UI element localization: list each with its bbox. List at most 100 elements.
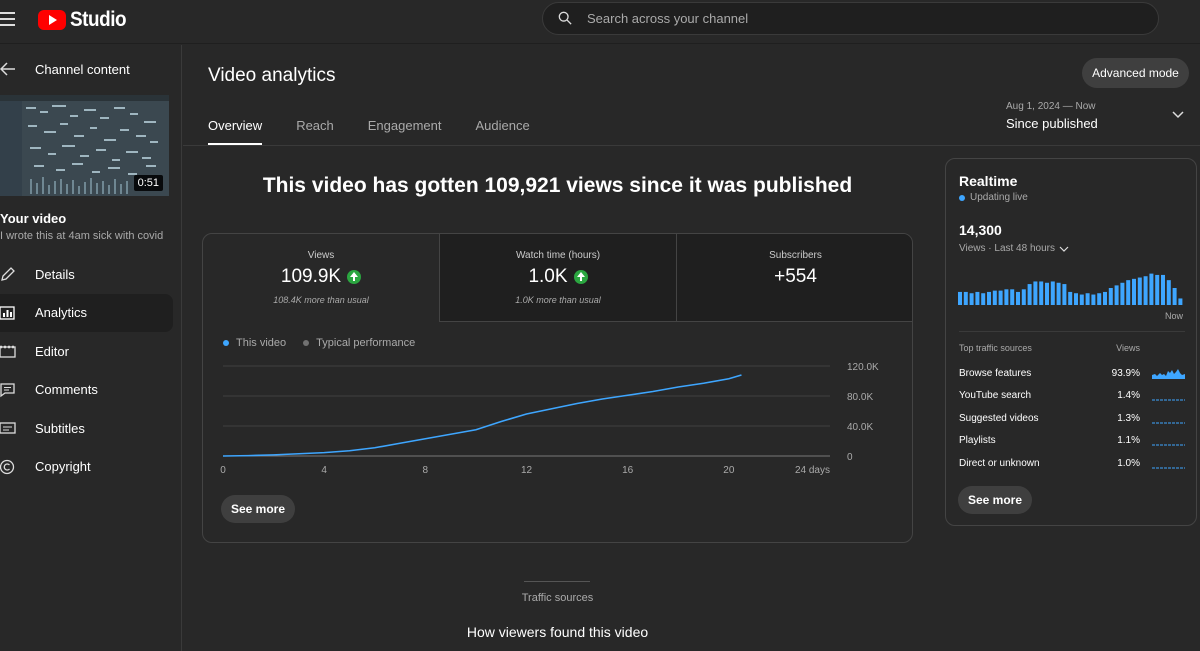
realtime-bar bbox=[1178, 298, 1183, 305]
search-bar[interactable] bbox=[542, 2, 1159, 35]
views-header-label: Views bbox=[1116, 343, 1140, 353]
channel-content-back[interactable]: Channel content bbox=[0, 59, 182, 79]
traffic-source-pct: 1.1% bbox=[1117, 435, 1140, 446]
metric-comparison: 1.0K more than usual bbox=[515, 295, 601, 305]
analytics-icon bbox=[0, 306, 15, 320]
traffic-source-row[interactable]: Direct or unknown 1.0% bbox=[959, 455, 1185, 475]
advanced-mode-button[interactable]: Advanced mode bbox=[1082, 58, 1189, 88]
sidebar-item-details[interactable]: Details bbox=[0, 255, 173, 294]
traffic-source-pct: 93.9% bbox=[1111, 368, 1140, 379]
realtime-bar bbox=[1103, 291, 1107, 305]
realtime-bar bbox=[992, 290, 997, 305]
your-video-heading: Your video bbox=[0, 211, 67, 226]
realtime-bar bbox=[1114, 285, 1119, 305]
tab-audience[interactable]: Audience bbox=[476, 118, 530, 145]
metric-divider bbox=[677, 321, 912, 322]
realtime-bar-chart[interactable] bbox=[958, 271, 1186, 305]
studio-logo[interactable]: Studio bbox=[38, 8, 132, 32]
realtime-bar bbox=[1050, 281, 1055, 305]
realtime-bar bbox=[1120, 282, 1125, 305]
clapper-icon bbox=[0, 346, 16, 358]
metric-label: Watch time (hours) bbox=[515, 250, 601, 261]
y-tick-label: 40.0K bbox=[847, 422, 873, 433]
sidebar-item-label: Analytics bbox=[35, 305, 88, 321]
tab-overview[interactable]: Overview bbox=[208, 118, 263, 145]
realtime-bar bbox=[1108, 288, 1113, 305]
video-thumbnail[interactable]: 0:51 bbox=[0, 95, 169, 196]
tab-reach[interactable]: Reach bbox=[296, 118, 334, 145]
views-headline: This video has gotten 109,921 views sinc… bbox=[262, 174, 853, 197]
metric-value: 109.9K bbox=[280, 266, 342, 287]
traffic-source-pct: 1.0% bbox=[1117, 458, 1140, 469]
y-tick-label: 120.0K bbox=[847, 362, 879, 373]
video-duration: 0:51 bbox=[133, 175, 163, 191]
traffic-source-row[interactable]: Playlists 1.1% bbox=[959, 432, 1185, 452]
realtime-bar bbox=[1010, 289, 1015, 305]
realtime-see-more-button[interactable]: See more bbox=[958, 486, 1032, 514]
traffic-source-row[interactable]: YouTube search 1.4% bbox=[959, 387, 1185, 407]
realtime-bar bbox=[969, 293, 974, 305]
realtime-bar bbox=[1074, 293, 1078, 305]
metric-value-row: 1.0K bbox=[440, 266, 676, 288]
sidebar-item-comments[interactable]: Comments bbox=[0, 371, 173, 410]
sidebar-item-editor[interactable]: Editor bbox=[0, 332, 173, 371]
sidebar-item-subtitles[interactable]: Subtitles bbox=[0, 409, 173, 448]
sidebar-nav: Details Analytics Editor Comments Subtit… bbox=[0, 255, 182, 486]
legend-label: Typical performance bbox=[316, 337, 416, 349]
legend-typical-performance[interactable]: Typical performance bbox=[303, 337, 415, 349]
realtime-period-selector[interactable]: Views · Last 48 hours bbox=[959, 243, 1069, 254]
see-more-button[interactable]: See more bbox=[221, 495, 295, 523]
overview-card: Views 109.9K 108.4K more than usual Watc… bbox=[202, 233, 913, 543]
realtime-bar bbox=[1033, 281, 1038, 305]
metric-subscribers[interactable]: Subscribers +554 bbox=[677, 234, 912, 322]
traffic-source-sparkline bbox=[1152, 467, 1185, 469]
traffic-source-pct: 1.4% bbox=[1117, 390, 1140, 401]
legend-label: This video bbox=[236, 337, 287, 349]
sidebar-item-copyright[interactable]: Copyright bbox=[0, 448, 173, 487]
x-tick-label: 24 days bbox=[795, 465, 830, 476]
realtime-bar bbox=[963, 291, 968, 305]
tab-engagement[interactable]: Engagement bbox=[368, 118, 442, 145]
sidebar-item-analytics[interactable]: Analytics bbox=[0, 293, 173, 332]
realtime-bar bbox=[1155, 274, 1160, 305]
traffic-source-pct: 1.3% bbox=[1117, 413, 1140, 424]
views-line-chart[interactable]: 0 40.0K 80.0K 120.0K 0 4 8 12 16 20 24 days bbox=[203, 354, 913, 479]
realtime-bar bbox=[1021, 289, 1026, 305]
legend-this-video[interactable]: This video bbox=[223, 337, 286, 349]
realtime-bar bbox=[1166, 280, 1171, 305]
search-input[interactable] bbox=[587, 3, 1137, 34]
youtube-logo-icon bbox=[38, 10, 66, 30]
traffic-sources-header: Top traffic sources Views bbox=[959, 343, 1185, 353]
copyright-icon bbox=[0, 459, 15, 474]
traffic-source-row[interactable]: Browse features 93.9% bbox=[959, 365, 1185, 385]
realtime-bar bbox=[958, 291, 962, 305]
section-divider bbox=[524, 581, 590, 582]
realtime-divider bbox=[959, 331, 1185, 332]
traffic-source-label: Browse features bbox=[959, 368, 1032, 379]
sidebar-item-label: Subtitles bbox=[35, 420, 85, 436]
traffic-source-row[interactable]: Suggested videos 1.3% bbox=[959, 410, 1185, 430]
realtime-bar bbox=[1045, 282, 1049, 305]
traffic-source-sparkline bbox=[1152, 422, 1185, 424]
realtime-title: Realtime bbox=[959, 173, 1018, 189]
chart-legend: This video Typical performance bbox=[223, 337, 415, 349]
sidebar-item-label: Comments bbox=[35, 382, 98, 398]
traffic-source-sparkline bbox=[1152, 399, 1185, 401]
date-range-label: Since published bbox=[1006, 116, 1098, 131]
video-title: I wrote this at 4am sick with covid bbox=[0, 230, 164, 242]
realtime-bar bbox=[1161, 274, 1165, 305]
traffic-source-label: Direct or unknown bbox=[959, 458, 1040, 469]
back-arrow-icon bbox=[0, 62, 15, 76]
pencil-icon bbox=[1, 267, 15, 282]
metric-watch-time[interactable]: Watch time (hours) 1.0K 1.0K more than u… bbox=[440, 234, 677, 322]
realtime-bar bbox=[1143, 276, 1148, 305]
metric-label: Views bbox=[307, 250, 335, 261]
date-range-selector[interactable]: Aug 1, 2024 — Now Since published bbox=[1006, 100, 1196, 134]
menu-icon[interactable] bbox=[0, 12, 16, 26]
metric-views[interactable]: Views 109.9K 108.4K more than usual bbox=[203, 234, 440, 322]
realtime-bar bbox=[1132, 278, 1136, 305]
tabs-divider bbox=[183, 145, 1200, 146]
sidebar: Channel content 0:51 Your video I wrote … bbox=[0, 45, 182, 651]
realtime-status: Updating live bbox=[959, 192, 1028, 203]
realtime-bar bbox=[998, 290, 1003, 305]
